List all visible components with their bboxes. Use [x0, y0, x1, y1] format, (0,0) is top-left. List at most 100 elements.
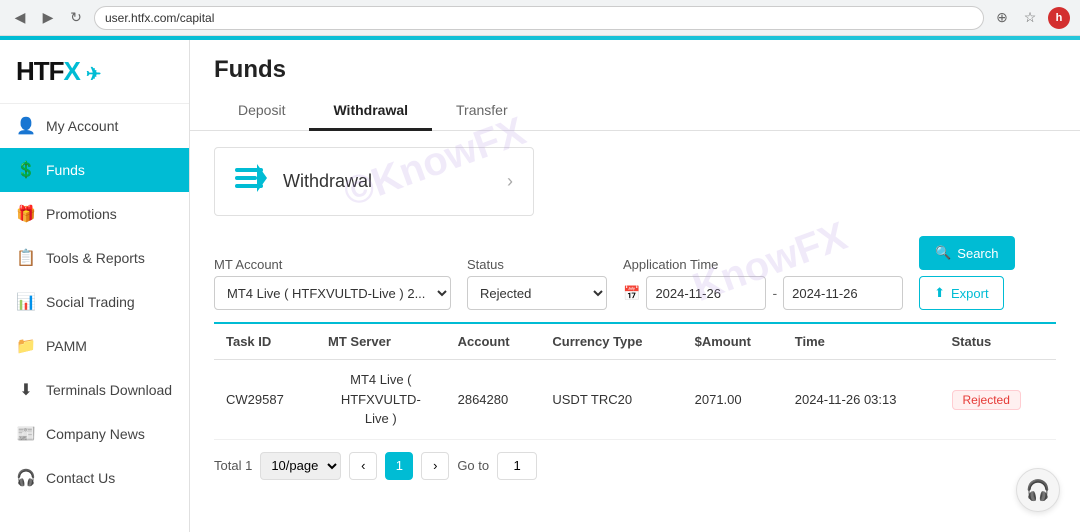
tabs-bar: Deposit Withdrawal Transfer [190, 92, 1080, 131]
logo-area: HTFX ✈ [0, 40, 189, 104]
sidebar-label-my-account: My Account [46, 118, 118, 134]
sidebar-label-pamm: PAMM [46, 338, 87, 354]
table-container: Task ID MT Server Account Currency Type … [190, 322, 1080, 440]
sidebar-label-social-trading: Social Trading [46, 294, 135, 310]
refresh-button[interactable]: ↻ [66, 8, 86, 28]
url-bar[interactable]: user.htfx.com/capital [94, 6, 984, 30]
cell-time: 2024-11-26 03:13 [783, 360, 940, 440]
back-button[interactable]: ◀ [10, 8, 30, 28]
sidebar-label-promotions: Promotions [46, 206, 117, 222]
col-currency-type: Currency Type [540, 323, 682, 360]
gift-icon: 🎁 [16, 204, 36, 224]
per-page-select[interactable]: 10/page [260, 452, 341, 480]
person-icon: 👤 [16, 116, 36, 136]
download-icon: ⬇ [16, 380, 36, 400]
status-filter: Status Rejected [467, 257, 607, 310]
date-from-input[interactable] [646, 276, 766, 310]
col-task-id: Task ID [214, 323, 316, 360]
search-button[interactable]: 🔍 Search [919, 236, 1014, 270]
extensions-icon: ⊕ [992, 8, 1012, 28]
table-header-row: Task ID MT Server Account Currency Type … [214, 323, 1056, 360]
tab-withdrawal[interactable]: Withdrawal [309, 92, 432, 131]
sidebar-label-funds: Funds [46, 162, 85, 178]
col-amount: $Amount [683, 323, 783, 360]
mt-account-label: MT Account [214, 257, 451, 272]
bookmark-icon[interactable]: ☆ [1020, 8, 1040, 28]
sidebar-item-company-news[interactable]: 📰 Company News [0, 412, 189, 456]
status-label: Status [467, 257, 607, 272]
sidebar-label-tools-reports: Tools & Reports [46, 250, 145, 266]
col-mt-server: MT Server [316, 323, 446, 360]
chart-icon: 📊 [16, 292, 36, 312]
sidebar-item-pamm[interactable]: 📁 PAMM [0, 324, 189, 368]
prev-page-button[interactable]: ‹ [349, 452, 377, 480]
export-button[interactable]: ⬆ Export [919, 276, 1003, 310]
headset-support-button[interactable]: 🎧 [1016, 468, 1060, 512]
goto-label: Go to [457, 458, 489, 473]
tab-deposit[interactable]: Deposit [214, 92, 309, 131]
withdrawal-table: Task ID MT Server Account Currency Type … [214, 322, 1056, 440]
withdrawal-card-label: Withdrawal [283, 171, 491, 192]
page-title: Funds [214, 56, 1056, 84]
col-account: Account [446, 323, 541, 360]
filter-area: MT Account MT4 Live ( HTFXVULTD-Live ) 2… [190, 236, 1080, 322]
cell-mt-server: MT4 Live (HTFXVULTD-Live ) [316, 360, 446, 440]
sidebar-label-company-news: Company News [46, 426, 145, 442]
logo-x: X [64, 56, 80, 86]
col-time: Time [783, 323, 940, 360]
sidebar-item-tools-reports[interactable]: 📋 Tools & Reports [0, 236, 189, 280]
sidebar-item-funds[interactable]: 💲 Funds [0, 148, 189, 192]
action-buttons: 🔍 Search ⬆ Export [919, 236, 1014, 310]
sidebar-item-my-account[interactable]: 👤 My Account [0, 104, 189, 148]
headset-icon: 🎧 [1026, 478, 1051, 503]
date-range: 📅 - [623, 276, 903, 310]
forward-button[interactable]: ▶ [38, 8, 58, 28]
date-to-input[interactable] [783, 276, 903, 310]
withdrawal-card[interactable]: Withdrawal › [214, 147, 534, 216]
url-text: user.htfx.com/capital [105, 11, 214, 25]
search-icon: 🔍 [935, 245, 951, 261]
app-time-filter: Application Time 📅 - [623, 257, 903, 310]
cell-amount: 2071.00 [683, 360, 783, 440]
sidebar-item-promotions[interactable]: 🎁 Promotions [0, 192, 189, 236]
status-badge: Rejected [952, 390, 1021, 410]
cell-status: Rejected [940, 360, 1056, 440]
mt-account-select[interactable]: MT4 Live ( HTFXVULTD-Live ) 2... [214, 276, 451, 310]
tab-transfer[interactable]: Transfer [432, 92, 532, 131]
search-label: Search [957, 246, 998, 261]
export-label: Export [951, 286, 989, 301]
export-icon: ⬆ [934, 285, 945, 301]
browser-icons: ⊕ ☆ h [992, 7, 1070, 29]
sidebar: HTFX ✈ 👤 My Account 💲 Funds 🎁 Promotions… [0, 40, 190, 532]
status-select[interactable]: Rejected [467, 276, 607, 310]
withdrawal-card-arrow: › [507, 171, 513, 192]
sidebar-label-contact-us: Contact Us [46, 470, 115, 486]
browser-bar: ◀ ▶ ↻ user.htfx.com/capital ⊕ ☆ h [0, 0, 1080, 36]
mt-account-filter: MT Account MT4 Live ( HTFXVULTD-Live ) 2… [214, 257, 451, 310]
newspaper-icon: 📰 [16, 424, 36, 444]
sidebar-item-social-trading[interactable]: 📊 Social Trading [0, 280, 189, 324]
cell-account: 2864280 [446, 360, 541, 440]
calendar-icon: 📅 [623, 285, 640, 302]
date-separator: - [772, 285, 777, 301]
logo: HTFX ✈ [16, 56, 173, 87]
user-avatar[interactable]: h [1048, 7, 1070, 29]
dollar-icon: 💲 [16, 160, 36, 180]
table-row: CW29587 MT4 Live (HTFXVULTD-Live ) 28642… [214, 360, 1056, 440]
sidebar-label-terminals-download: Terminals Download [46, 382, 172, 398]
goto-input[interactable] [497, 452, 537, 480]
col-status: Status [940, 323, 1056, 360]
app-time-label: Application Time [623, 257, 903, 272]
sidebar-item-contact-us[interactable]: 🎧 Contact Us [0, 456, 189, 500]
page-1-button[interactable]: 1 [385, 452, 413, 480]
folder-icon: 📁 [16, 336, 36, 356]
next-page-button[interactable]: › [421, 452, 449, 480]
cell-currency-type: USDT TRC20 [540, 360, 682, 440]
headset-icon-nav: 🎧 [16, 468, 36, 488]
withdrawal-icon [235, 164, 267, 199]
main-content: ©KnowFX KnowFX Funds Deposit Withdrawal … [190, 40, 1080, 532]
sidebar-item-terminals-download[interactable]: ⬇ Terminals Download [0, 368, 189, 412]
total-count: Total 1 [214, 458, 252, 473]
cell-task-id: CW29587 [214, 360, 316, 440]
clipboard-icon: 📋 [16, 248, 36, 268]
